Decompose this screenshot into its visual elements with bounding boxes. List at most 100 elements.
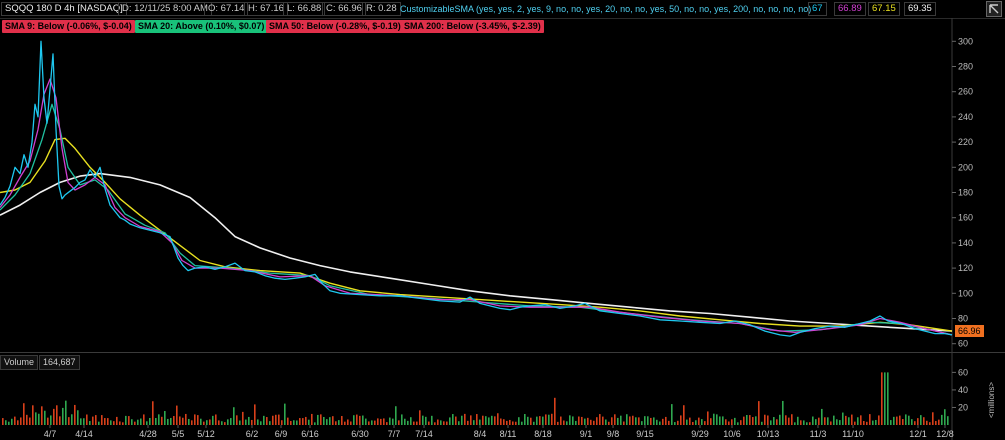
volume-bar: [287, 417, 289, 425]
volume-bar: [752, 417, 754, 425]
volume-bar: [710, 418, 712, 425]
volume-bar: [482, 415, 484, 425]
volume-bar: [527, 416, 529, 425]
volume-bar: [347, 419, 349, 425]
volume-bar: [329, 417, 331, 425]
volume-bar: [170, 417, 172, 425]
volume-bar: [179, 416, 181, 425]
volume-bar: [557, 421, 559, 425]
volume-bar: [269, 421, 271, 425]
volume-bar: [827, 417, 829, 425]
price-tick-label: 220: [958, 137, 973, 147]
volume-bar: [98, 421, 100, 425]
volume-bar: [311, 413, 313, 425]
volume-bar: [704, 421, 706, 425]
volume-bar: [518, 417, 520, 425]
volume-bar: [665, 416, 667, 425]
volume-bar: [878, 415, 880, 425]
volume-bar: [680, 415, 682, 425]
volume-bar: [392, 418, 394, 425]
volume-bar: [575, 420, 577, 425]
volume-bar: [158, 414, 160, 425]
volume-tick-label: 60: [958, 367, 968, 377]
x-tick-label: 12/1: [909, 429, 927, 439]
volume-bar: [8, 421, 10, 425]
volume-bar: [398, 420, 400, 425]
volume-bar: [662, 418, 664, 425]
volume-bar: [863, 421, 865, 425]
volume-bar: [155, 418, 157, 425]
volume-bar: [842, 412, 844, 425]
price-tick-label: 100: [958, 288, 973, 298]
volume-bar: [431, 415, 433, 425]
volume-bar: [89, 421, 91, 425]
volume-bar: [410, 417, 412, 425]
price-tick-label: 260: [958, 87, 973, 97]
volume-bar: [770, 420, 772, 425]
volume-bar: [416, 421, 418, 425]
volume-bar: [233, 407, 235, 425]
volume-bar: [596, 417, 598, 425]
volume-bar: [278, 414, 280, 425]
volume-bar: [125, 415, 127, 425]
volume-bar: [506, 420, 508, 425]
volume-bar: [293, 420, 295, 425]
volume-bar: [656, 419, 658, 425]
volume-bar: [671, 404, 673, 425]
volume-bar: [302, 418, 304, 425]
volume-bar: [128, 416, 130, 425]
volume-bar: [716, 414, 718, 425]
volume-bar: [512, 421, 514, 425]
volume-bar: [212, 415, 214, 425]
volume-bar: [332, 416, 334, 425]
volume-bar: [353, 415, 355, 425]
volume-bar: [371, 420, 373, 425]
volume-bar: [821, 408, 823, 425]
volume-bar: [395, 406, 397, 425]
volume-bar: [917, 418, 919, 425]
volume-bar: [689, 417, 691, 425]
volume-bar: [737, 422, 739, 425]
volume-bar: [659, 421, 661, 425]
volume-bar: [833, 415, 835, 425]
volume-bar: [839, 420, 841, 425]
volume-bar: [488, 417, 490, 425]
volume-bar: [425, 416, 427, 425]
sma9-line: [0, 78, 953, 336]
volume-bar: [464, 413, 466, 425]
x-tick-label: 4/7: [44, 429, 57, 439]
pane-divider[interactable]: [0, 352, 1005, 353]
volume-bar: [539, 416, 541, 425]
volume-bar: [893, 416, 895, 425]
volume-bar: [131, 419, 133, 425]
volume-bar: [308, 419, 310, 425]
volume-bar: [257, 419, 259, 425]
volume-bar: [299, 418, 301, 425]
volume-bar: [122, 422, 124, 425]
volume-bar: [245, 419, 247, 425]
x-tick-label: 7/7: [388, 429, 401, 439]
volume-bar: [491, 415, 493, 425]
last-price-marker: 66.96: [955, 325, 984, 337]
volume-bar: [383, 418, 385, 425]
price-chart[interactable]: 60 80 100 120 140 160 180 200 220 240 260 280 300 20 4…: [0, 0, 1005, 440]
volume-bar: [941, 414, 943, 425]
volume-bar: [74, 404, 76, 425]
volume-bar: [200, 418, 202, 425]
volume-bar: [926, 420, 928, 425]
volume-bar: [452, 414, 454, 425]
volume-bar: [632, 415, 634, 425]
x-tick-label: 9/29: [691, 429, 709, 439]
volume-bar: [611, 417, 613, 425]
x-tick-label: 6/16: [301, 429, 319, 439]
volume-bar: [887, 372, 889, 425]
price-tick-label: 140: [958, 238, 973, 248]
x-tick-label: 4/14: [75, 429, 93, 439]
volume-bar: [56, 405, 58, 425]
volume-unit-label: <millions>: [987, 381, 996, 418]
sma200-line: [0, 172, 953, 332]
volume-bar: [920, 415, 922, 425]
volume-bar: [86, 414, 88, 425]
volume-bar: [440, 420, 442, 425]
volume-bar: [215, 414, 217, 425]
